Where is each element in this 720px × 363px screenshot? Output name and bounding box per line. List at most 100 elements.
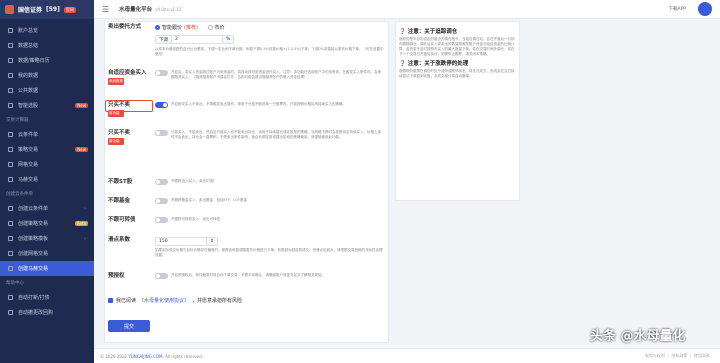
app-count: [59] — [46, 6, 60, 13]
adjust-desc: 以成本价格涨跌的百分比为基准，下调一定比例下单价格。例如下调0.5%则按价格×(… — [155, 47, 384, 56]
site-link[interactable]: YUNCAIJING.COM — [128, 354, 162, 359]
grid-icon — [8, 162, 13, 167]
field-label: 不跟基金 — [108, 198, 131, 204]
plus-icon — [8, 206, 13, 211]
agreement-checkbox[interactable] — [108, 298, 113, 303]
pre-auth-switch[interactable] — [155, 273, 168, 279]
chevron-right-icon: › — [84, 205, 86, 212]
app-logo[interactable]: 国信证券 [59] 官网 — [0, 0, 94, 19]
sidebar-item-grid[interactable]: 网格交易 — [0, 157, 94, 172]
feature-tag: 新功能 — [108, 110, 124, 117]
sidebar-item-mach[interactable]: 马赫交易 — [0, 172, 94, 187]
agreement-link[interactable]: 《水母量化使用协议》 — [139, 297, 189, 304]
sidebar-group-title: 交易计算器 — [6, 118, 29, 123]
field-label: 不跟可转债 — [108, 217, 136, 223]
template-icon — [8, 236, 13, 241]
calendar-icon — [8, 58, 13, 63]
note-title-2: ❓ 注意：关于涨跌停的处理 — [399, 61, 469, 67]
mach-icon — [8, 177, 13, 182]
buy-only-switch[interactable] — [155, 102, 168, 108]
sidebar-item-cloud-order[interactable]: 云条件单 — [0, 127, 94, 142]
home-icon — [8, 28, 13, 33]
copyright-text: © 2020-2022 — [100, 353, 128, 359]
no-st-switch[interactable] — [155, 179, 168, 185]
sidebar-item-create-strategy[interactable]: 创建策略交易 Beta — [0, 216, 94, 231]
sidebar-item-strategy[interactable]: 策略交易 New — [0, 142, 94, 157]
mach-icon — [8, 266, 13, 271]
sidebar-item-create-mach[interactable]: 创建马赫交易 — [0, 261, 94, 276]
sidebar-item-create-grid[interactable]: 创建网格交易 — [0, 246, 94, 261]
radio-market-price[interactable]: 市价 — [207, 24, 225, 31]
adaptive-fund-desc: 开启后，若买入资金超过账户可用资金时，将自动按可用资金进行买入。注意：该功能在信… — [171, 70, 381, 79]
sidebar-item-summary[interactable]: 数据总结 — [0, 38, 94, 53]
app-tag: 官网 — [63, 6, 76, 13]
sidebar: 国信证券 [59] 官网 账户总览 数据总结 数据/策略日历 我的数据 公共数据… — [0, 0, 94, 363]
no-fund-switch[interactable] — [155, 198, 168, 204]
note-body-1: 追踪的是平台内设定的组合的调仓指令，当组合调仓后，会在开盘后一分钟内跟随调仓。调… — [399, 37, 515, 56]
feature-tag: 系统推荐 — [108, 78, 124, 85]
new-badge: New — [75, 147, 88, 152]
no-bond-switch[interactable] — [155, 217, 168, 223]
note-body-2: 若跟踪的股票在调仓时处于涨停或跌停状态，将无法成交，系统会在当日持续尝试下单直到… — [399, 69, 515, 78]
field-label: 滑点系数 — [108, 237, 131, 243]
notes-panel: ❓ 注意：关于追踪调仓 追踪的是平台内设定的组合的调仓指令，当组合调仓后，会在开… — [395, 21, 520, 201]
submit-button[interactable]: 提交 — [108, 320, 150, 332]
auto-icon — [8, 295, 13, 300]
feature-tag: 新功能 — [108, 138, 124, 145]
rights-text: . All rights reserved. — [162, 353, 203, 359]
note-title-1: ❓ 注意：关于追踪调仓 — [399, 29, 458, 35]
sidebar-item-calendar[interactable]: 数据/策略日历 — [0, 53, 94, 68]
form-card: 卖出委托方式 智能跟价 (推荐) 市价 下调 2% 以成本价格涨跌的百分比为基准，下… — [104, 21, 389, 343]
new-badge: New — [75, 103, 88, 108]
footer-links[interactable]: 服务与权利 ｜ 隐私政策 ｜ 使用条款 — [645, 353, 710, 359]
no-bond-desc: 不跟踪可转债买入，卖出可转债 — [171, 217, 220, 221]
top-bar: ☰ 水母量化平台 v4.0/ts v1.12 下载APP — [94, 0, 720, 19]
adaptive-fund-switch[interactable] — [155, 70, 168, 76]
sidebar-group-title: 帮助中心 — [6, 281, 24, 286]
chart-icon — [8, 43, 13, 48]
sidebar-item-smartpick[interactable]: 智能选股 New — [0, 98, 94, 113]
pre-auth-desc: 开启预授权后，条件触发时将自动下单交易，无需手动确认，请确保账户资金充足并了解相… — [171, 273, 325, 277]
page-title: 水母量化平台 v4.0/ts v1.12 — [119, 7, 182, 13]
grid-icon — [8, 251, 13, 256]
stepper-icon[interactable]: ⇕ — [206, 238, 217, 245]
field-label: 不跟ST股 — [108, 179, 133, 185]
radio-dot — [207, 25, 213, 30]
app-name: 国信证券 — [18, 7, 43, 14]
user-icon — [8, 73, 13, 78]
slippage-value[interactable]: 150 — [156, 239, 206, 244]
sidebar-item-ipo[interactable]: 自动打新/打债 — [0, 290, 94, 305]
buy-only-desc-2: 只能买入，不能卖出。开启后只能买入而不能卖出持仓，适用于持续建仓或定投型的策略。… — [171, 130, 381, 139]
sidebar-item-create-template[interactable]: 创建策略模板 › — [0, 231, 94, 246]
strategy-icon — [8, 147, 13, 152]
sidebar-item-account[interactable]: 账户总览 — [0, 23, 94, 38]
buy-only-switch-2[interactable] — [155, 130, 168, 136]
adjust-value[interactable]: 2 — [172, 37, 222, 42]
radio-smart-price[interactable]: 智能跟价 (推荐) — [155, 24, 198, 31]
filter-icon — [8, 103, 13, 108]
sidebar-item-mydata[interactable]: 我的数据 — [0, 68, 94, 83]
menu-icon[interactable]: ☰ — [102, 5, 109, 14]
field-label: 自适应资金买入 系统推荐 — [108, 70, 147, 85]
slippage-desc: 如果实际成交价格与目标价格存在偏差时，按照该系数调整委托价格进行下单；系数越大越… — [155, 248, 383, 257]
no-st-desc: 不跟踪进入买入，卖出ST股 — [171, 179, 214, 183]
slippage-input[interactable]: 150 ⇕ — [155, 237, 218, 246]
sidebar-item-publicdata[interactable]: 公共数据 — [0, 83, 94, 98]
sidebar-item-repo[interactable]: 自动撤更改回购 — [0, 305, 94, 320]
plus-icon — [8, 221, 13, 226]
cloud-icon — [8, 132, 13, 137]
adjust-input[interactable]: 下调 2% — [155, 35, 235, 44]
avatar[interactable] — [698, 2, 712, 16]
field-label: 只买不卖 新功能 — [108, 130, 131, 145]
sidebar-item-create-cloud[interactable]: 创建云条件单 › — [0, 201, 94, 216]
adjust-direction-select[interactable]: 下调 — [156, 36, 172, 43]
repo-icon — [8, 310, 13, 315]
agreement-row[interactable]: 我已阅读 《水母量化使用协议》 ，并愿意承担所有风险 — [108, 297, 242, 304]
chevron-right-icon: › — [84, 235, 86, 242]
download-app-link[interactable]: 下载APP — [668, 6, 686, 12]
beta-badge: Beta — [74, 221, 88, 226]
sidebar-group-title: 创建云条件单 — [6, 192, 33, 197]
percent-unit: % — [222, 36, 234, 43]
version-text: v4.0/ts v1.12 — [155, 7, 182, 12]
field-label: 只买不卖 新功能 — [108, 102, 131, 117]
